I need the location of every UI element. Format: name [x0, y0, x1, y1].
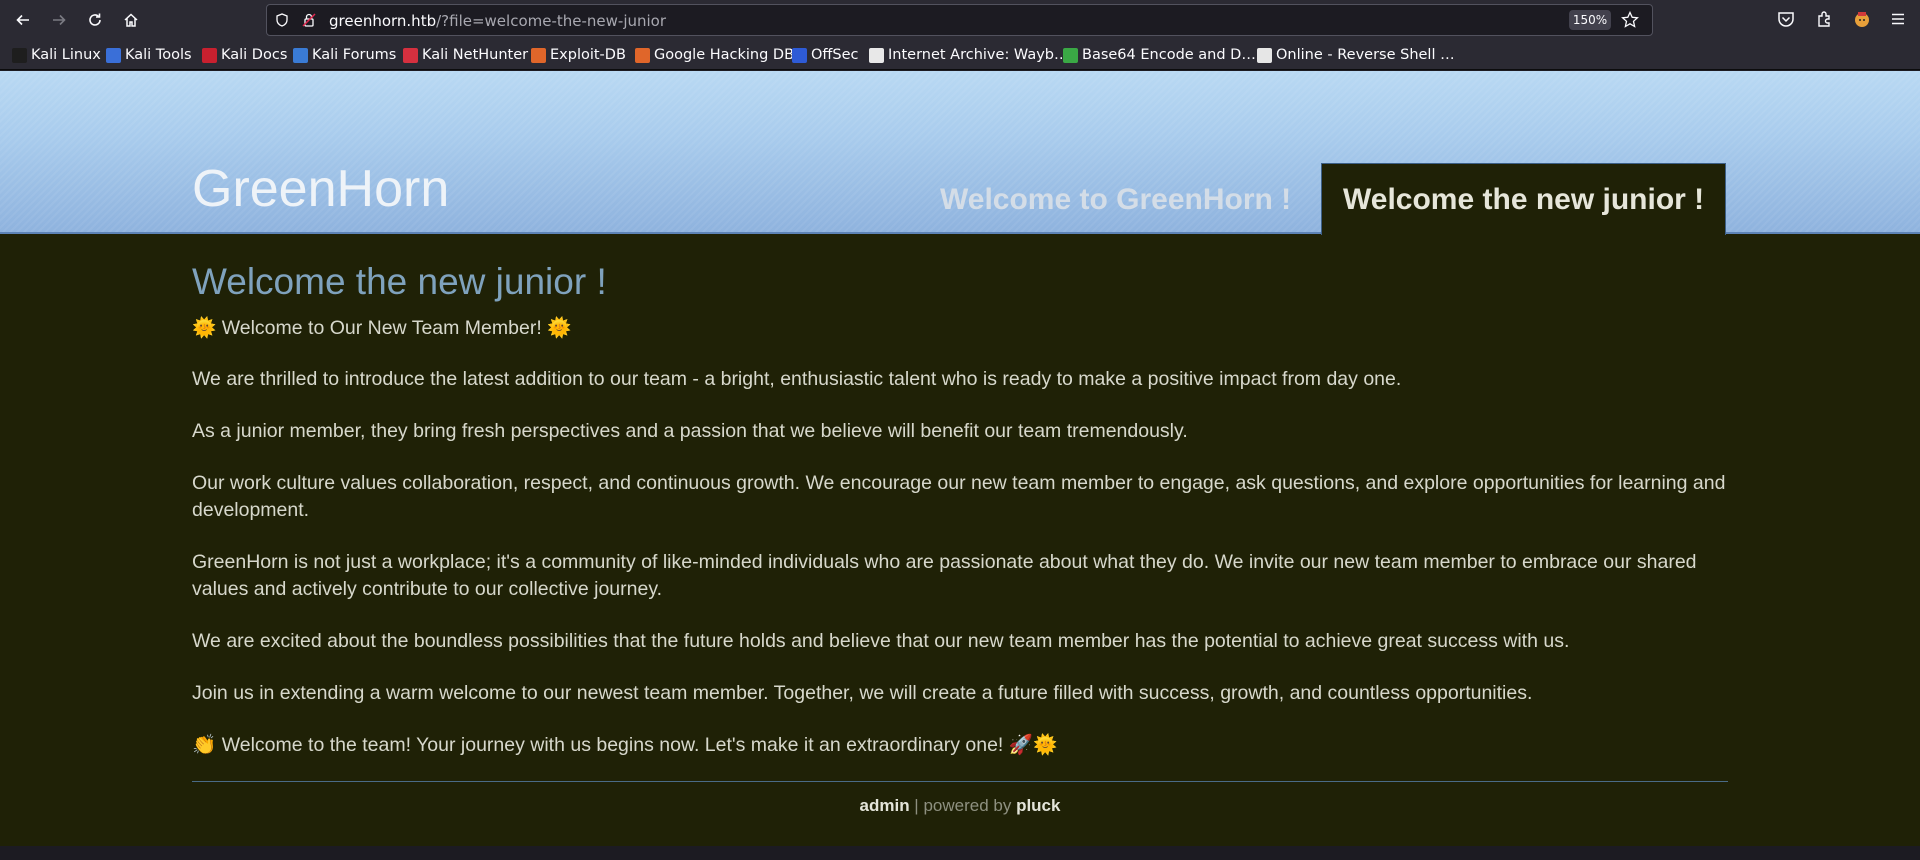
bookmark-star-icon[interactable]	[1621, 11, 1639, 29]
paragraph: Join us in extending a warm welcome to o…	[192, 682, 1533, 704]
hamburger-menu-icon[interactable]	[1889, 10, 1907, 28]
admin-link[interactable]: admin	[860, 796, 910, 815]
insecure-lock-icon[interactable]	[302, 13, 316, 27]
bookmark-reverse-shell[interactable]: Online - Reverse Shell …	[1257, 45, 1455, 65]
bookmark-label: Exploit-DB	[550, 47, 626, 63]
bookmark-base64[interactable]: Base64 Encode and D…	[1063, 45, 1256, 65]
url-host: greenhorn.htb	[329, 12, 437, 30]
footer-divider	[192, 781, 1728, 782]
back-arrow-icon	[16, 14, 29, 26]
pocket-icon[interactable]	[1777, 10, 1795, 28]
bookmark-label: OffSec	[811, 47, 859, 63]
url-path: /?file=welcome-the-new-junior	[436, 12, 667, 30]
bookmark-exploit-db[interactable]: Exploit-DB	[531, 45, 626, 65]
kali-tools-icon	[106, 47, 121, 63]
bookmark-offsec[interactable]: OffSec	[792, 45, 859, 65]
reload-icon	[89, 13, 101, 26]
paragraph: GreenHorn is not just a workplace; it's …	[192, 551, 1697, 600]
kali-nethunter-icon	[403, 47, 418, 63]
site-header: GreenHorn Welcome to GreenHorn ! Welcome…	[0, 71, 1920, 235]
skull-icon	[1257, 47, 1272, 63]
archive-building-icon	[869, 47, 884, 63]
browser-toolbar: greenhorn.htb/?file=welcome-the-new-juni…	[0, 0, 1920, 40]
bookmark-kali-nethunter[interactable]: Kali NetHunter	[403, 45, 528, 65]
bookmark-label: Kali Docs	[221, 47, 288, 63]
zoom-level-badge[interactable]: 150%	[1569, 10, 1611, 30]
bookmark-kali-linux[interactable]: Kali Linux	[12, 45, 101, 65]
paragraph: We are thrilled to introduce the latest …	[192, 368, 1402, 390]
nav-tab-active[interactable]: Welcome the new junior !	[1321, 163, 1726, 235]
bookmark-kali-forums[interactable]: Kali Forums	[293, 45, 396, 65]
url-bar[interactable]: greenhorn.htb/?file=welcome-the-new-juni…	[266, 4, 1653, 36]
bookmark-google-hacking-db[interactable]: Google Hacking DB	[635, 45, 794, 65]
ghdb-icon	[635, 47, 650, 63]
bookmarks-toolbar: Kali Linux Kali Tools Kali Docs Kali For…	[0, 40, 1920, 70]
paragraph: 🌞 Welcome to Our New Team Member! 🌞	[192, 317, 572, 339]
bookmark-label: Kali NetHunter	[422, 47, 529, 63]
back-button[interactable]	[9, 6, 37, 34]
extensions-icon[interactable]	[1816, 10, 1834, 28]
forward-arrow-icon	[53, 14, 66, 26]
site-title[interactable]: GreenHorn	[192, 159, 449, 219]
page-heading: Welcome the new junior !	[192, 261, 607, 302]
pluck-link[interactable]: pluck	[1016, 796, 1060, 815]
bookmark-label: Kali Tools	[125, 47, 192, 63]
bookmark-internet-archive[interactable]: Internet Archive: Wayb…	[869, 45, 1069, 65]
home-button[interactable]	[117, 6, 145, 34]
window-bottom-edge	[0, 846, 1920, 860]
paragraph: Our work culture values collaboration, r…	[192, 472, 1726, 521]
nav-link-welcome-to-greenhorn[interactable]: Welcome to GreenHorn !	[940, 183, 1291, 217]
paragraph: We are excited about the boundless possi…	[192, 630, 1570, 652]
paragraph: As a junior member, they bring fresh per…	[192, 420, 1188, 442]
bookmark-kali-docs[interactable]: Kali Docs	[202, 45, 287, 65]
exploit-db-icon	[531, 47, 546, 63]
forward-button[interactable]	[45, 6, 73, 34]
reload-button[interactable]	[81, 6, 109, 34]
kali-dragon-icon	[12, 47, 27, 63]
kali-forums-icon	[293, 47, 308, 63]
bookmark-label: Online - Reverse Shell …	[1276, 47, 1455, 63]
bookmark-kali-tools[interactable]: Kali Tools	[106, 45, 192, 65]
bookmark-label: Kali Linux	[31, 47, 101, 63]
footer-separator: | powered by	[909, 796, 1017, 815]
paragraph: 👏 Welcome to the team! Your journey with…	[192, 734, 1058, 756]
page-content: Welcome the new junior ! 🌞 Welcome to Ou…	[192, 261, 1728, 784]
bookmark-label: Base64 Encode and D…	[1082, 47, 1256, 63]
extension-avatar-icon[interactable]	[1853, 10, 1871, 28]
nav-link-welcome-new-junior[interactable]: Welcome the new junior !	[1343, 183, 1704, 217]
web-page: GreenHorn Welcome to GreenHorn ! Welcome…	[0, 71, 1920, 846]
home-icon	[124, 13, 138, 27]
site-footer: admin | powered by pluck	[0, 796, 1920, 816]
offsec-icon	[792, 47, 807, 63]
kali-docs-icon	[202, 47, 217, 63]
url-text[interactable]: greenhorn.htb/?file=welcome-the-new-juni…	[329, 12, 666, 30]
bookmark-label: Google Hacking DB	[654, 47, 795, 63]
base64-icon	[1063, 47, 1078, 63]
bookmark-label: Internet Archive: Wayb…	[888, 47, 1069, 63]
shield-icon[interactable]	[275, 13, 289, 27]
bookmark-label: Kali Forums	[312, 47, 397, 63]
